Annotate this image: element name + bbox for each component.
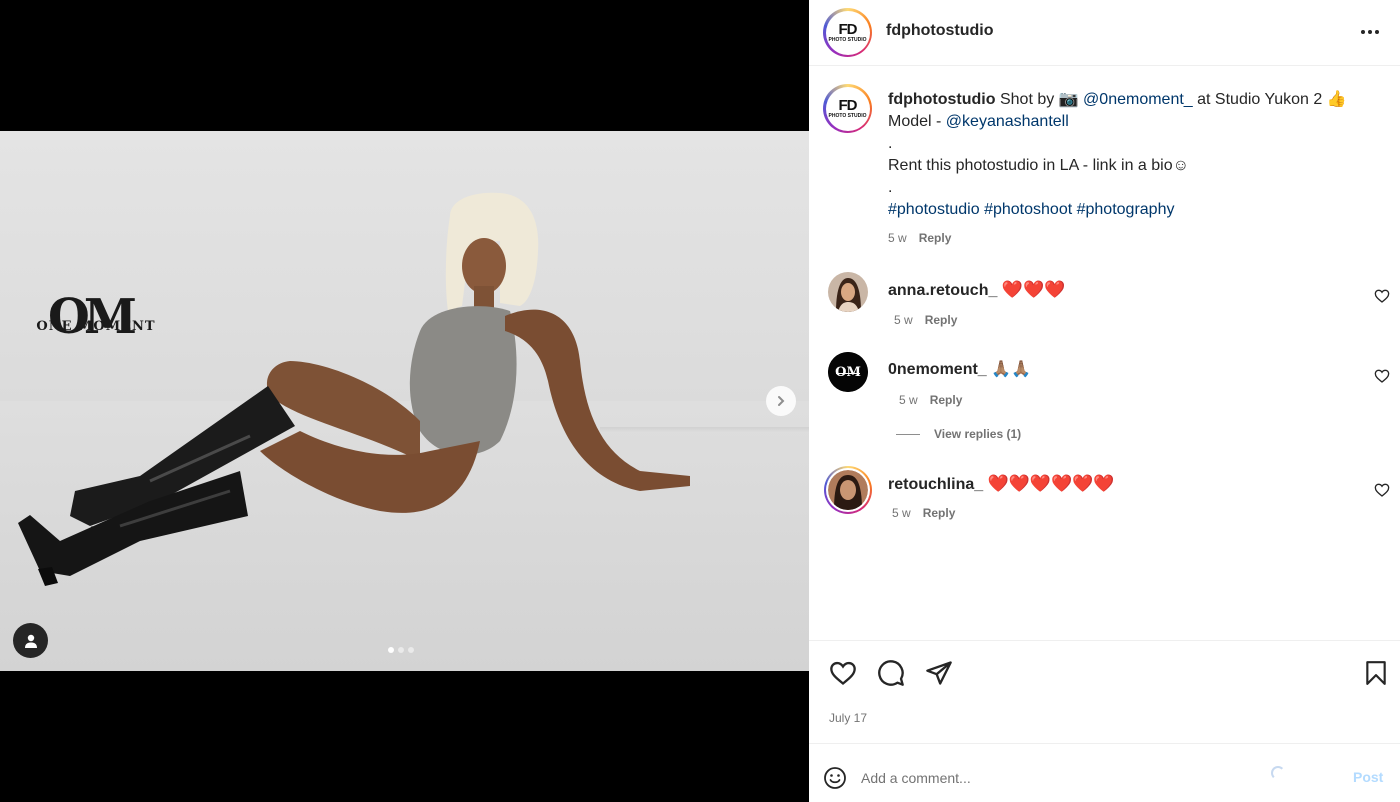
caption-time: 5 w: [888, 231, 907, 245]
bookmark-icon: [1366, 661, 1386, 685]
comment-time: 5 w: [892, 506, 911, 520]
heart-icon: [830, 661, 856, 685]
caption-text: Shot by 📷: [999, 91, 1084, 108]
comment-button[interactable]: [876, 658, 906, 688]
comment-meta: 5 w Reply: [892, 506, 955, 520]
post-header: FD PHOTO STUDIO fdphotostudio: [809, 0, 1400, 66]
carousel-indicator: [388, 647, 414, 653]
like-comment-heart-icon[interactable]: [1374, 288, 1390, 304]
mention-link[interactable]: @0nemoment_: [1083, 91, 1193, 108]
avatar-subtext: PHOTO STUDIO: [828, 37, 867, 43]
post-photo[interactable]: OM ONE MOMENT: [0, 131, 809, 671]
reply-button[interactable]: Reply: [923, 506, 956, 520]
svg-text:OM: OM: [835, 365, 861, 380]
carousel-next-button[interactable]: [766, 386, 796, 416]
comment-body: retouchlina_ ❤️❤️❤️❤️❤️❤️: [888, 473, 1115, 496]
caption-separator: .: [888, 135, 893, 152]
avatar-monogram: FD: [838, 21, 858, 38]
save-button[interactable]: [1361, 658, 1391, 688]
media-pane: OM ONE MOMENT: [0, 0, 809, 802]
add-comment-bar: Post: [809, 745, 1400, 802]
comment-text: 🙏🏽🙏🏽: [991, 361, 1031, 378]
caption-username[interactable]: fdphotostudio: [888, 91, 996, 108]
share-button[interactable]: [924, 658, 954, 688]
tagged-users-button[interactable]: [13, 623, 48, 658]
caption-line-2: Model - @keyanashantell: [888, 111, 1378, 133]
caption-hashtags[interactable]: #photostudio #photoshoot #photography: [888, 199, 1378, 221]
caption-avatar[interactable]: FD PHOTO STUDIO: [823, 84, 872, 133]
commenter-avatar[interactable]: [828, 272, 868, 312]
watermark-monogram: OM: [48, 289, 137, 345]
post-date[interactable]: July 17: [829, 711, 867, 725]
post-comment-button[interactable]: Post: [1353, 769, 1383, 785]
like-comment-heart-icon[interactable]: [1374, 368, 1390, 384]
caption-meta: 5 w Reply: [888, 227, 1378, 249]
like-button[interactable]: [828, 658, 858, 688]
comment-meta: 5 w Reply: [899, 393, 962, 407]
caption-line-3: Rent this photostudio in LA - link in a …: [888, 157, 1189, 174]
emoji-icon[interactable]: [823, 766, 847, 790]
fd-logo-icon: FD PHOTO STUDIO: [827, 12, 868, 53]
post-side-panel: FD PHOTO STUDIO fdphotostudio FD PHOTO S…: [809, 0, 1400, 802]
reply-button[interactable]: Reply: [925, 313, 958, 327]
comments-list[interactable]: FD PHOTO STUDIO fdphotostudio Shot by 📷 …: [809, 67, 1400, 639]
post-caption: fdphotostudio Shot by 📷 @0nemoment_ at S…: [888, 89, 1378, 249]
mention-link[interactable]: @keyanashantell: [946, 113, 1069, 130]
more-options-button[interactable]: [1355, 22, 1385, 42]
carousel-dot: [398, 647, 404, 653]
more-dot-icon: [1375, 30, 1379, 34]
comment-body: 0nemoment_ 🙏🏽🙏🏽: [888, 359, 1031, 381]
reply-button[interactable]: Reply: [930, 393, 963, 407]
comment-meta: 5 w Reply: [894, 313, 957, 327]
comment-time: 5 w: [894, 313, 913, 327]
view-replies-label: View replies (1): [934, 427, 1022, 441]
one-moment-watermark: OM ONE MOMENT: [36, 289, 156, 347]
like-comment-heart-icon[interactable]: [1374, 482, 1390, 498]
view-replies-button[interactable]: View replies (1): [896, 427, 1021, 441]
comment-time: 5 w: [899, 393, 918, 407]
caption-text: Model -: [888, 113, 946, 130]
post-actions: July 17: [809, 640, 1400, 744]
carousel-dot: [388, 647, 394, 653]
comment-username[interactable]: 0nemoment_: [888, 361, 987, 378]
carousel-dot: [408, 647, 414, 653]
caption-separator: .: [888, 179, 893, 196]
comment-input[interactable]: [861, 763, 1261, 793]
watermark-text: ONE MOMENT: [36, 319, 156, 334]
model-figure: [18, 192, 690, 586]
author-username[interactable]: fdphotostudio: [886, 22, 994, 40]
loading-spinner-icon: [1271, 766, 1285, 780]
user-icon: [24, 634, 37, 648]
reply-button[interactable]: Reply: [919, 227, 952, 249]
comment-text: ❤️❤️❤️❤️❤️❤️: [987, 474, 1115, 493]
paper-plane-icon: [926, 661, 952, 685]
comment-username[interactable]: anna.retouch_: [888, 282, 997, 299]
more-dot-icon: [1368, 30, 1372, 34]
avatar-monogram: FD: [838, 97, 858, 114]
fd-logo-icon: FD PHOTO STUDIO: [827, 88, 868, 129]
avatar-subtext: PHOTO STUDIO: [828, 113, 867, 119]
commenter-avatar[interactable]: OM: [828, 352, 868, 392]
chevron-right-icon: [778, 396, 785, 406]
comment-text: ❤️❤️❤️: [1001, 280, 1066, 299]
comment-username[interactable]: retouchlina_: [888, 476, 983, 493]
replies-line: [896, 433, 920, 435]
comment-body: anna.retouch_ ❤️❤️❤️: [888, 279, 1065, 302]
caption-line-1: fdphotostudio Shot by 📷 @0nemoment_ at S…: [888, 89, 1378, 111]
caption-text: at Studio Yukon 2 👍: [1192, 91, 1347, 108]
author-avatar[interactable]: FD PHOTO STUDIO: [823, 8, 872, 57]
more-dot-icon: [1361, 30, 1365, 34]
commenter-avatar[interactable]: [824, 466, 872, 514]
comment-bubble-icon: [878, 660, 904, 686]
